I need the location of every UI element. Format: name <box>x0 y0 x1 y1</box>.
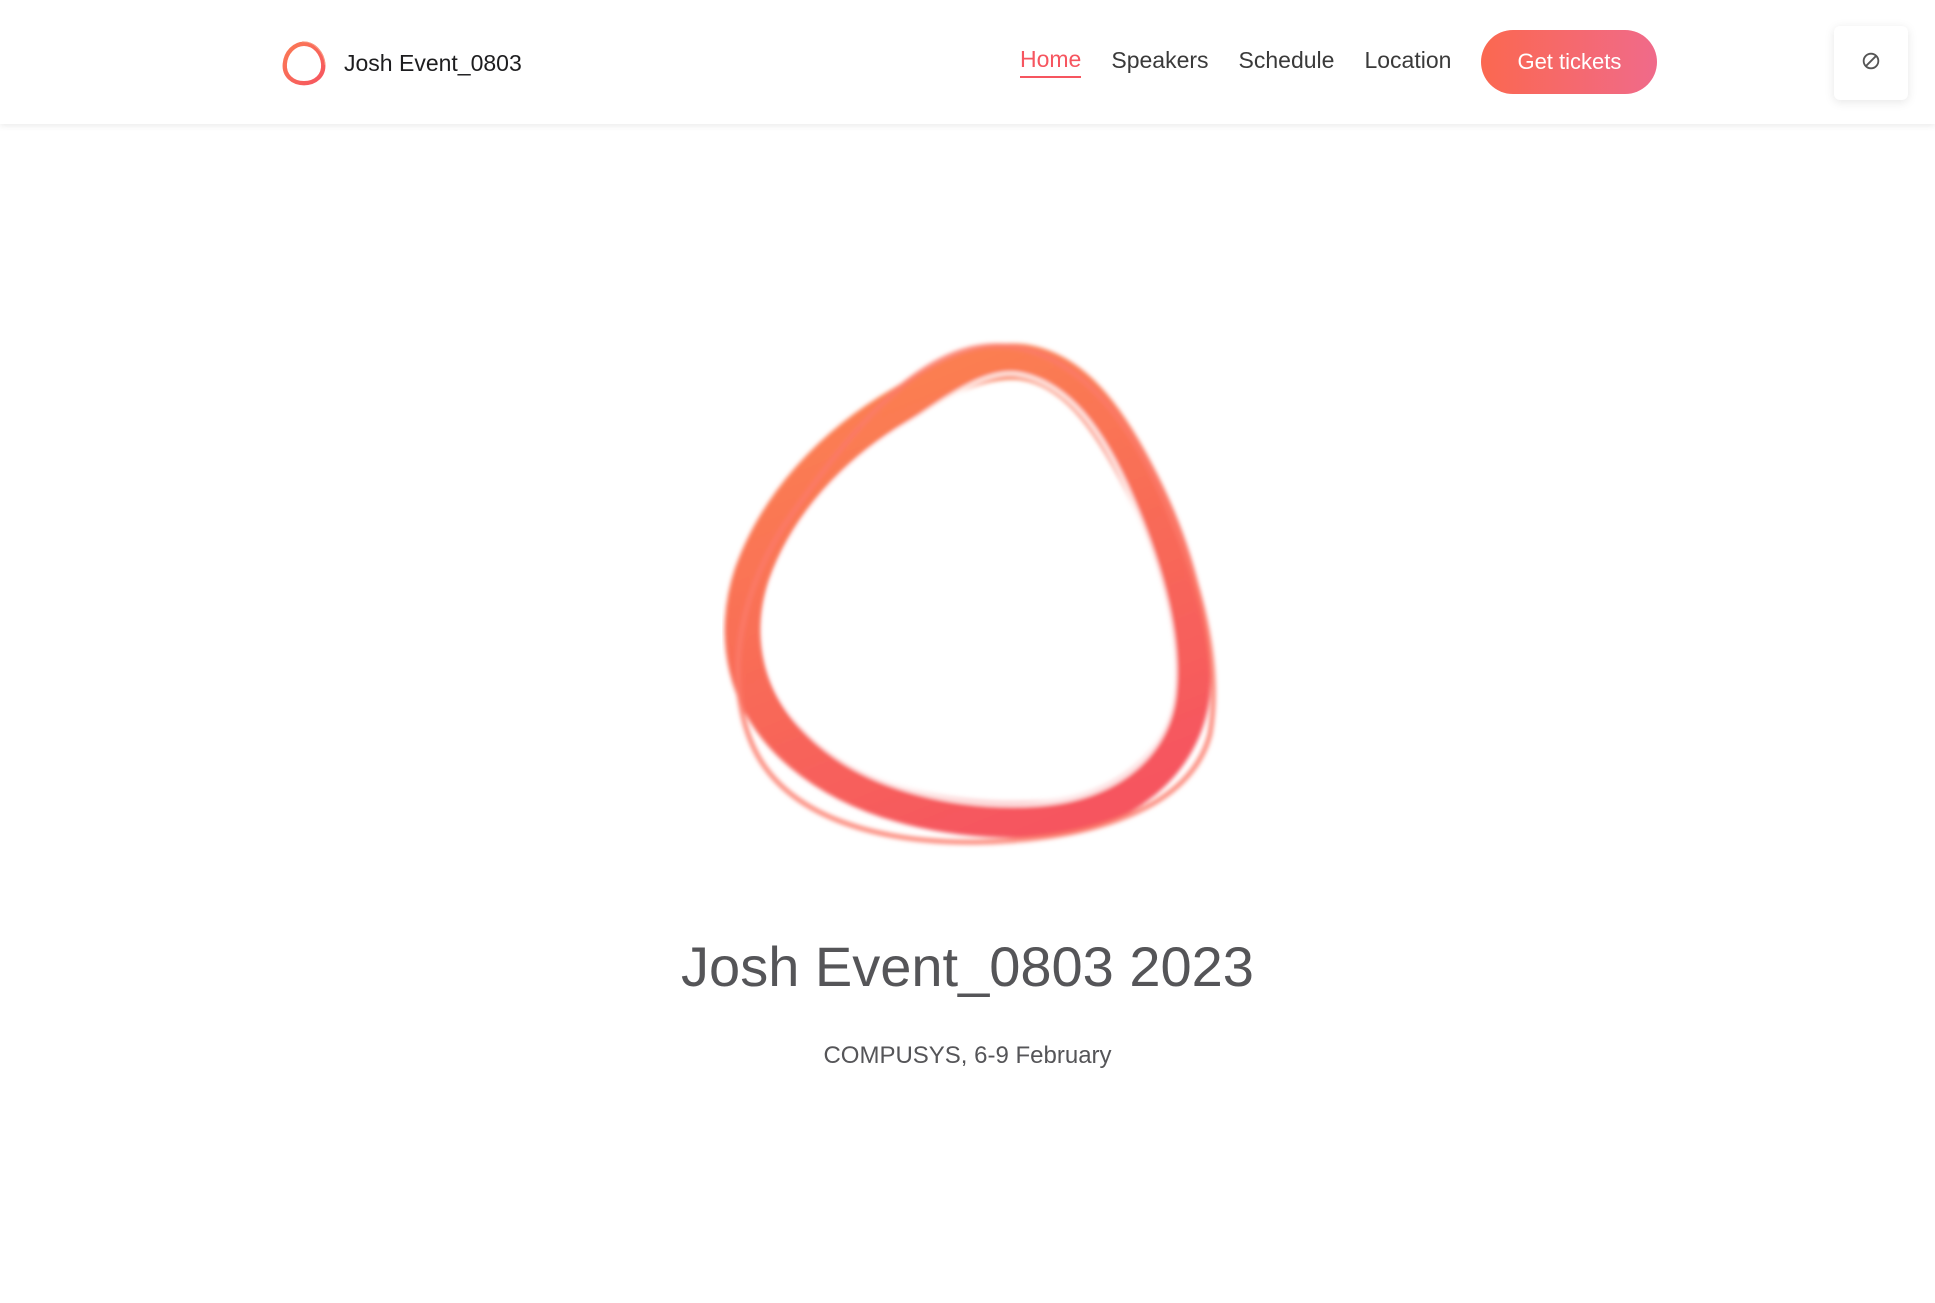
slash-circle-icon <box>1860 50 1882 77</box>
side-toggle-button[interactable] <box>1834 26 1908 100</box>
nav-link-location[interactable]: Location <box>1364 47 1451 77</box>
get-tickets-button[interactable]: Get tickets <box>1481 30 1658 94</box>
nav-link-speakers[interactable]: Speakers <box>1111 47 1208 77</box>
site-header: Josh Event_0803 Home Speakers Schedule L… <box>0 0 1935 124</box>
brand-link[interactable]: Josh Event_0803 <box>280 40 522 86</box>
hero-title: Josh Event_0803 2023 <box>681 935 1254 998</box>
nav-link-schedule[interactable]: Schedule <box>1239 47 1335 77</box>
hero-section: Josh Event_0803 2023 COMPUSYS, 6-9 Febru… <box>0 124 1935 1303</box>
hero-ring-logo-icon <box>722 334 1252 864</box>
brand-name: Josh Event_0803 <box>344 49 522 76</box>
hero-subtitle: COMPUSYS, 6-9 February <box>823 1042 1112 1069</box>
main-nav: Home Speakers Schedule Location Get tick… <box>1020 30 1658 94</box>
ring-logo-icon <box>280 39 328 87</box>
nav-link-home[interactable]: Home <box>1020 46 1082 78</box>
